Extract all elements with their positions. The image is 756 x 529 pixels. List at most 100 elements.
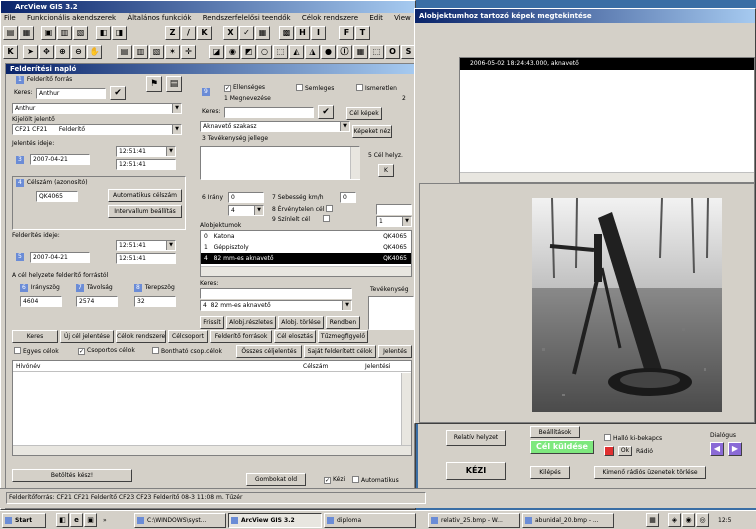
grid2-icon[interactable]: ▦ <box>353 45 368 59</box>
layout-icon[interactable]: ▧ <box>149 45 164 59</box>
task-arcview[interactable]: ArcView GIS 3.2 <box>228 513 322 528</box>
chevron-down-icon[interactable]: ▼ <box>166 241 175 250</box>
palette-icon[interactable]: ◉ <box>225 45 240 59</box>
move-icon[interactable]: ✛ <box>181 45 196 59</box>
select2-icon[interactable]: ⬚ <box>369 45 384 59</box>
hallo-checkbox[interactable]: Halló ki-bekapcs <box>604 434 662 443</box>
chevron-down-icon[interactable]: ▼ <box>172 125 181 134</box>
quicklaunch-desktop-icon[interactable]: ◧ <box>56 513 69 527</box>
col-jelentesi[interactable]: Jelentési <box>365 361 390 372</box>
menu-altalanos[interactable]: Általános funkciók <box>127 14 191 22</box>
irany-mid-input[interactable]: 0 <box>228 192 264 203</box>
k-button[interactable]: K <box>378 164 394 177</box>
interval-button[interactable]: Intervallum beállítás <box>108 205 182 218</box>
viewer-list[interactable]: 2006-05-02 18:24:43.000, aknavető <box>459 57 755 183</box>
sajat-button[interactable]: Saját felderített célok <box>304 345 376 358</box>
relativ-helyzet-button[interactable]: Relatív helyzet <box>446 430 506 446</box>
right-input-1[interactable] <box>376 204 412 215</box>
keres2-input[interactable] <box>200 288 352 299</box>
book-icon[interactable]: ▤ <box>166 76 182 92</box>
graph-icon[interactable]: ◭ <box>289 45 304 59</box>
table-scrollbar-h[interactable] <box>13 445 411 455</box>
table-icon[interactable]: ▤ <box>117 45 132 59</box>
pointer-icon[interactable]: ➤ <box>23 45 38 59</box>
circle-icon[interactable]: ○ <box>257 45 272 59</box>
ismeretlen-checkbox[interactable]: Ismeretlen <box>356 84 397 93</box>
sub-select[interactable]: 4 82 mm-es aknavető ▼ <box>200 300 352 311</box>
cel-kuldese-button[interactable]: Cél küldése <box>530 440 594 454</box>
zoom-full-icon[interactable]: ◨ <box>112 26 127 40</box>
chart-icon[interactable]: ▥ <box>133 45 148 59</box>
chevron-down-icon[interactable]: ▼ <box>166 147 175 156</box>
mid-check-icon[interactable]: ✔ <box>318 105 334 119</box>
keres-input[interactable]: Anthur <box>36 88 106 99</box>
csoportos-celok-checkbox[interactable]: ✓ Csoportos célok <box>78 347 135 355</box>
paste-icon[interactable]: ▧ <box>73 26 88 40</box>
tool-h-button[interactable]: H <box>295 26 310 40</box>
grid-icon[interactable]: ▦ <box>255 26 270 40</box>
zoom-out-icon[interactable]: ⊖ <box>71 45 86 59</box>
quicklaunch-ie-icon[interactable]: e <box>70 513 83 527</box>
kezi-checkbox[interactable]: ✓ Kézi <box>324 476 345 484</box>
dialog-prev-icon[interactable]: ◀ <box>710 442 724 456</box>
tool-o-icon[interactable]: O <box>385 45 400 59</box>
tool-k2-button[interactable]: K <box>3 45 18 59</box>
kilepes-button[interactable]: Kilépés <box>530 466 570 479</box>
star-icon[interactable]: ✶ <box>165 45 180 59</box>
tray-security-icon[interactable]: ◎ <box>696 513 709 527</box>
map-icon[interactable]: ◪ <box>209 45 224 59</box>
cel-kepek-button[interactable]: Cél képek <box>346 107 382 120</box>
open-icon[interactable]: ▤ <box>3 26 18 40</box>
time3-select[interactable]: 12:51:41 ▼ <box>116 240 176 251</box>
quicklaunch-folder-icon[interactable]: ▣ <box>84 513 97 527</box>
irany-step-select[interactable]: 4 ▼ <box>228 205 264 216</box>
felderites-date-input[interactable]: 2007-04-21 <box>30 252 90 263</box>
tab-cel-elosztas[interactable]: Cél elosztás <box>274 330 316 343</box>
terep-input[interactable]: 32 <box>134 296 176 307</box>
tool-i-button[interactable]: I <box>311 26 326 40</box>
menu-edit[interactable]: Edit <box>369 14 383 22</box>
szinlelt-checkbox[interactable]: 9 Színlelt cél <box>272 215 332 224</box>
rendben-button[interactable]: Rendben <box>326 316 360 329</box>
tevekenyseg2-textarea[interactable] <box>368 296 414 330</box>
vertex-icon[interactable]: ✥ <box>39 45 54 59</box>
quicklaunch-more-icon[interactable]: » <box>103 517 107 525</box>
task-diploma[interactable]: diploma <box>324 513 416 528</box>
col-celszam[interactable]: Célszám <box>303 361 328 372</box>
col-hivonev[interactable]: Hívónév <box>16 363 40 370</box>
osszes-button[interactable]: Összes céljelentés <box>236 345 302 358</box>
tab-felderito-forrasok[interactable]: Felderítő források <box>210 330 272 343</box>
task-relativ[interactable]: relativ_25.bmp - W... <box>428 513 520 528</box>
undo-icon[interactable]: ◧ <box>96 26 111 40</box>
tray-network-icon[interactable]: ▦ <box>646 513 659 527</box>
table-scrollbar-v[interactable] <box>401 373 411 445</box>
start-button[interactable]: Start <box>2 513 46 528</box>
filter-icon[interactable]: ◮ <box>305 45 320 59</box>
tool-z-button[interactable]: Z <box>165 26 180 40</box>
chevron-down-icon[interactable]: ▼ <box>254 206 263 215</box>
color-grid-icon[interactable]: ▩ <box>279 26 294 40</box>
kimeno-torles-button[interactable]: Kimenő rádiós üzenetek törlése <box>594 466 706 479</box>
kezi-button[interactable]: KÉZI <box>446 462 506 480</box>
zoom-in-icon[interactable]: ⊕ <box>55 45 70 59</box>
list-scrollbar[interactable] <box>201 266 411 276</box>
list-item[interactable]: 0 Katona QK4065 <box>201 231 411 242</box>
celszam-input[interactable]: QK4065 <box>36 191 78 202</box>
tab-celok-rendszere[interactable]: Célok rendszere <box>116 330 166 343</box>
automatikus-checkbox[interactable]: Automatikus <box>352 476 399 485</box>
menu-celok[interactable]: Célok rendszere <box>302 14 358 22</box>
ervenytelen-checkbox[interactable]: 8 Érvénytelen cél <box>272 205 335 214</box>
tool-x-button[interactable]: X <box>223 26 238 40</box>
alobj-torles-button[interactable]: Alobj. törlése <box>278 316 324 329</box>
chevron-down-icon[interactable]: ▼ <box>402 217 411 226</box>
auto-celszam-button[interactable]: Automatikus célszám <box>108 189 182 202</box>
right-select-1[interactable]: 1 ▼ <box>376 216 412 227</box>
jelentes-button[interactable]: Jelentés <box>378 345 412 358</box>
menu-funkcionalis[interactable]: Funkcionális akendszerek <box>27 14 116 22</box>
gombokat-button[interactable]: Gombokat old <box>246 473 306 486</box>
menu-file[interactable]: File <box>4 14 16 22</box>
menu-view[interactable]: View <box>394 14 411 22</box>
chevron-down-icon[interactable]: ▼ <box>172 104 181 113</box>
egyseg-select[interactable]: CF21 CF21 Felderítő ▼ <box>12 124 182 135</box>
tool-t-button[interactable]: T <box>355 26 370 40</box>
